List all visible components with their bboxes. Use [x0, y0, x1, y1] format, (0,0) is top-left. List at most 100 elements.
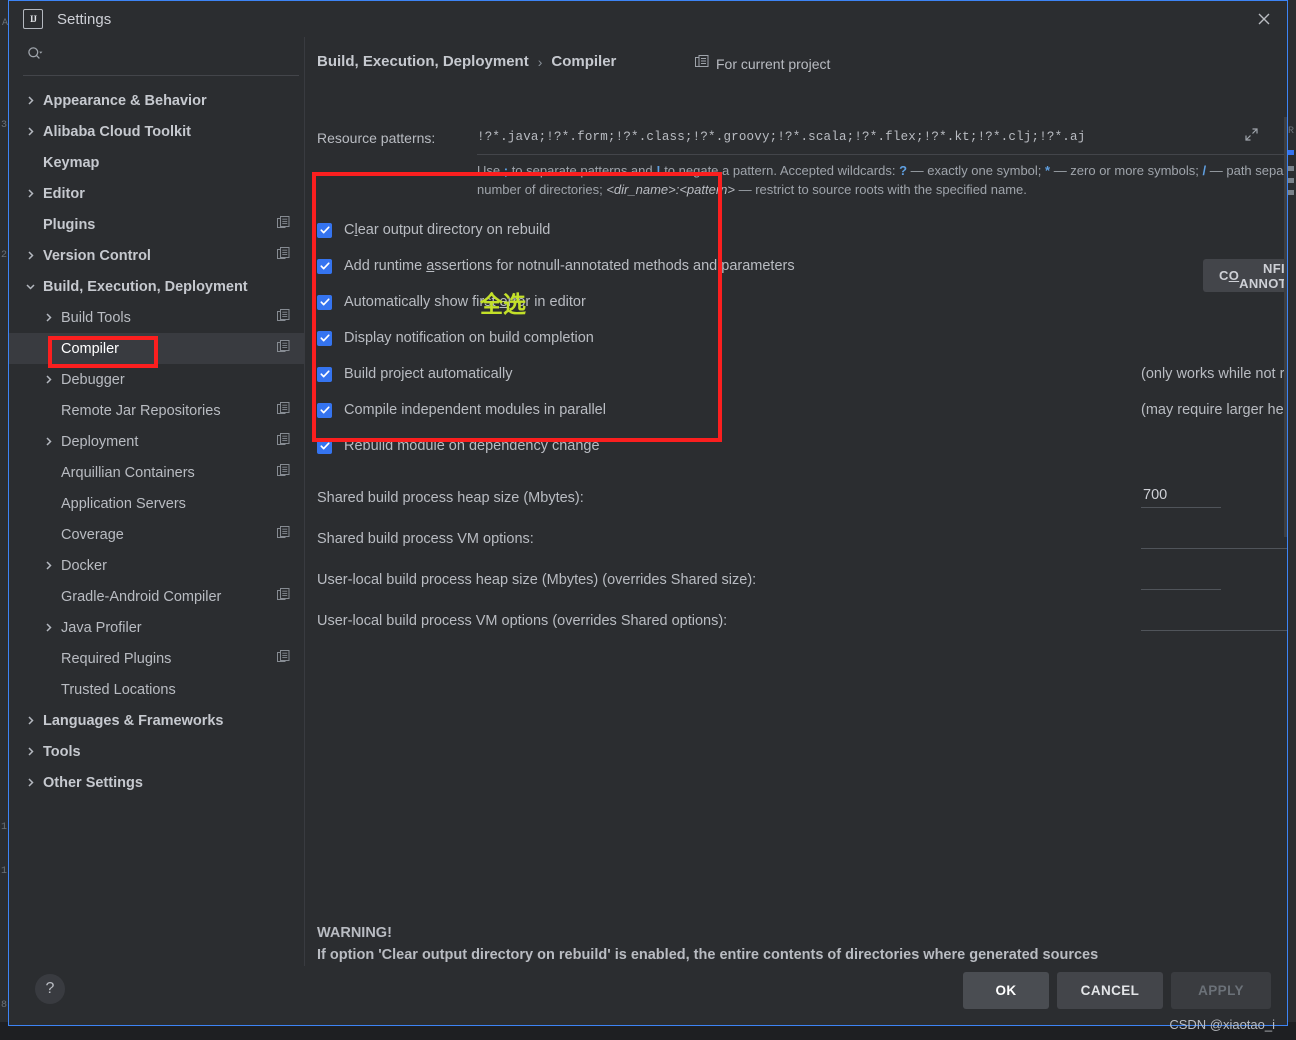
- sidebar-item-debugger[interactable]: Debugger: [9, 364, 304, 395]
- sidebar-item-other-settings[interactable]: Other Settings: [9, 767, 304, 798]
- chevron-right-icon[interactable]: [23, 715, 37, 726]
- hint-part: — restrict to source roots with the spec…: [735, 182, 1027, 197]
- help-button[interactable]: ?: [35, 974, 65, 1004]
- chevron-right-icon[interactable]: [23, 746, 37, 757]
- option-label-post: rror in editor: [508, 294, 586, 310]
- sidebar-item-alibaba-cloud-toolkit[interactable]: Alibaba Cloud Toolkit: [9, 116, 304, 147]
- sidebar-item-label: Tools: [43, 744, 81, 760]
- sidebar-item-arquillian-containers[interactable]: Arquillian Containers: [9, 457, 304, 488]
- field-input-user-local-build-process-heap-size-mbyte[interactable]: [1141, 569, 1221, 590]
- field-label: Shared build process VM options:: [317, 531, 534, 547]
- option-label-pre: Automatically show first: [344, 294, 500, 310]
- settings-field-row: Shared build process heap size (Mbytes):: [317, 487, 1287, 528]
- field-input-shared-build-process-vm-options[interactable]: [1141, 528, 1287, 549]
- main-pane-scrollbar[interactable]: [1284, 117, 1287, 537]
- sidebar-item-label: Keymap: [43, 155, 99, 171]
- sidebar-item-gradle-android-compiler[interactable]: Gradle-Android Compiler: [9, 581, 304, 612]
- checkbox-clear-output-directory-on-rebuild[interactable]: [317, 223, 332, 238]
- sidebar-item-coverage[interactable]: Coverage: [9, 519, 304, 550]
- sidebar-item-plugins[interactable]: Plugins: [9, 209, 304, 240]
- settings-dialog: IJ Settings Appearance & Behav: [8, 0, 1288, 1026]
- checkbox-display-notification-on-build-completion[interactable]: [317, 331, 332, 346]
- search-input[interactable]: [51, 49, 251, 64]
- warning-line-1: If option 'Clear output directory on reb…: [317, 944, 1267, 966]
- sidebar-item-appearance-behavior[interactable]: Appearance & Behavior: [9, 85, 304, 116]
- resource-patterns-input[interactable]: [477, 130, 1237, 144]
- compiler-option-label[interactable]: Build project automatically: [344, 366, 512, 382]
- sidebar-item-label: Other Settings: [43, 775, 143, 791]
- sidebar-item-remote-jar-repositories[interactable]: Remote Jar Repositories: [9, 395, 304, 426]
- compiler-option-label[interactable]: Compile independent modules in parallel: [344, 402, 606, 418]
- sidebar-item-build-tools[interactable]: Build Tools: [9, 302, 304, 333]
- project-scope-icon: [277, 433, 290, 451]
- checkbox-compile-independent-modules-in-parallel[interactable]: [317, 403, 332, 418]
- chevron-right-icon[interactable]: [41, 560, 55, 571]
- for-current-project-label: For current project: [716, 56, 830, 72]
- compiler-option-label[interactable]: Add runtime assertions for notnull-annot…: [344, 258, 795, 274]
- compiler-option-row: Display notification on build completion: [317, 320, 1287, 356]
- chevron-right-icon[interactable]: [41, 374, 55, 385]
- compiler-option-row: Automatically show first error in editor: [317, 284, 1287, 320]
- checkbox-build-project-automatically[interactable]: [317, 367, 332, 382]
- dialog-footer: ? OK CANCEL APPLY CSDN @xiaotao_i: [9, 966, 1287, 1026]
- sidebar-item-languages-frameworks[interactable]: Languages & Frameworks: [9, 705, 304, 736]
- sidebar-item-compiler[interactable]: Compiler: [9, 333, 304, 364]
- sidebar-item-label: Required Plugins: [61, 651, 171, 667]
- ok-button[interactable]: OK: [963, 972, 1049, 1009]
- sidebar-item-build-execution-deployment[interactable]: Build, Execution, Deployment: [9, 271, 304, 302]
- checkbox-automatically-show-first-error-in-editor[interactable]: [317, 295, 332, 310]
- field-input-user-local-build-process-vm-options-over[interactable]: [1141, 610, 1287, 631]
- sidebar-item-version-control[interactable]: Version Control: [9, 240, 304, 271]
- sidebar-item-label: Deployment: [61, 434, 138, 450]
- chevron-right-icon[interactable]: [41, 436, 55, 447]
- checkbox-add-runtime-assertions-for-notnull-annot[interactable]: [317, 259, 332, 274]
- sidebar-item-label: Plugins: [43, 217, 95, 233]
- sidebar-item-deployment[interactable]: Deployment: [9, 426, 304, 457]
- cancel-button[interactable]: CANCEL: [1057, 972, 1163, 1009]
- chevron-right-icon[interactable]: [23, 95, 37, 106]
- search-icon: [27, 46, 43, 67]
- sidebar-item-tools[interactable]: Tools: [9, 736, 304, 767]
- sidebar-item-editor[interactable]: Editor: [9, 178, 304, 209]
- sidebar-item-trusted-locations[interactable]: Trusted Locations: [9, 674, 304, 705]
- compiler-option-label[interactable]: Clear output directory on rebuild: [344, 222, 550, 238]
- sidebar-item-required-plugins[interactable]: Required Plugins: [9, 643, 304, 674]
- option-label-post: ssertions for notnull-annotated methods …: [434, 258, 794, 274]
- compiler-option-label[interactable]: Automatically show first error in editor: [344, 294, 586, 310]
- settings-main-pane: Build, Execution, Deployment › Compiler …: [305, 37, 1287, 966]
- chevron-down-icon[interactable]: [23, 281, 37, 292]
- project-scope-icon: [277, 340, 290, 358]
- sidebar-item-label: Arquillian Containers: [61, 465, 195, 481]
- compiler-option-row: Compile independent modules in parallel(…: [317, 392, 1287, 428]
- sidebar-item-docker[interactable]: Docker: [9, 550, 304, 581]
- breadcrumb-separator: ›: [538, 54, 543, 70]
- chevron-right-icon[interactable]: [41, 622, 55, 633]
- chevron-right-icon[interactable]: [23, 126, 37, 137]
- expand-icon[interactable]: [1244, 127, 1259, 147]
- compiler-option-label[interactable]: Display notification on build completion: [344, 330, 594, 346]
- settings-field-row: User-local build process heap size (Mbyt…: [317, 569, 1287, 610]
- warning-heading: WARNING!: [317, 922, 1267, 944]
- chevron-right-icon[interactable]: [23, 188, 37, 199]
- sidebar-item-label: Version Control: [43, 248, 151, 264]
- sidebar-item-java-profiler[interactable]: Java Profiler: [9, 612, 304, 643]
- watermark: CSDN @xiaotao_i: [1169, 1017, 1275, 1032]
- chevron-right-icon[interactable]: [41, 312, 55, 323]
- option-label-pre: Compile independent modules in parallel: [344, 402, 606, 418]
- breadcrumb-root[interactable]: Build, Execution, Deployment: [317, 53, 529, 70]
- sidebar-item-keymap[interactable]: Keymap: [9, 147, 304, 178]
- configure-annotations-pre: C: [1219, 268, 1229, 283]
- close-icon[interactable]: [1241, 1, 1287, 37]
- warning-text: WARNING! If option 'Clear output directo…: [317, 922, 1267, 966]
- configure-annotations-button[interactable]: CONFIGURE ANNOTATIONS...: [1203, 259, 1287, 292]
- checkbox-rebuild-module-on-dependency-change[interactable]: [317, 439, 332, 454]
- project-scope-icon: [277, 588, 290, 606]
- field-input-shared-build-process-heap-size-mbytes[interactable]: [1141, 487, 1221, 508]
- compiler-option-row: Build project automatically(only works w…: [317, 356, 1287, 392]
- hint-dirname: <dir_name>:<pattern>: [606, 182, 735, 197]
- chevron-right-icon[interactable]: [23, 777, 37, 788]
- sidebar-item-application-servers[interactable]: Application Servers: [9, 488, 304, 519]
- chevron-right-icon[interactable]: [23, 250, 37, 261]
- compiler-option-label[interactable]: Rebuild module on dependency change: [344, 438, 600, 454]
- for-current-project[interactable]: For current project: [695, 55, 830, 72]
